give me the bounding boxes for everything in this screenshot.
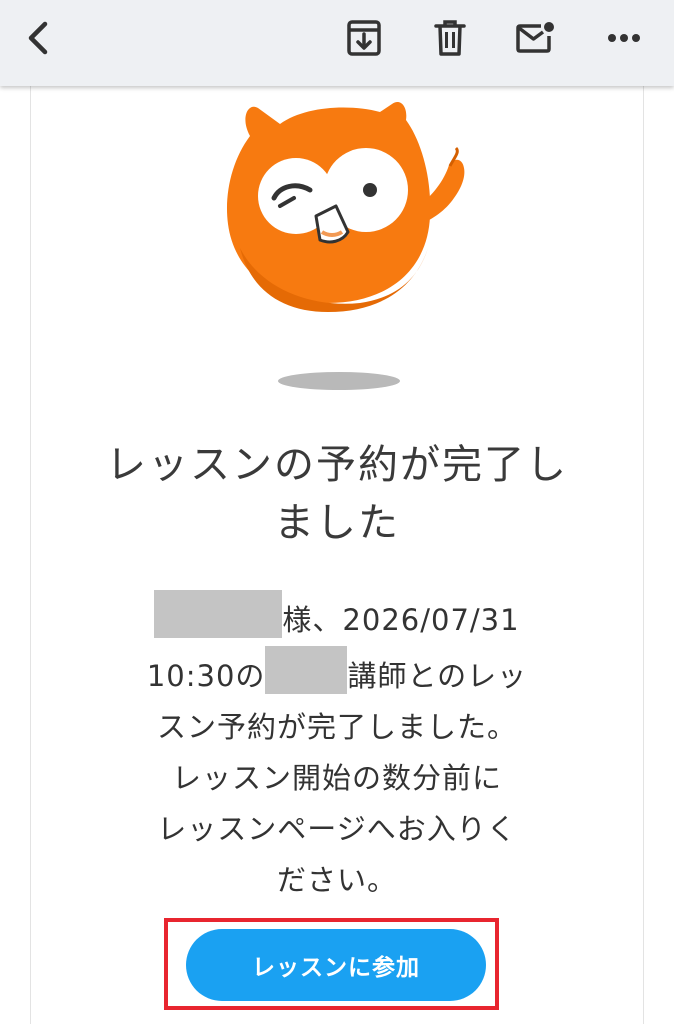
email-headline: レッスンの予約が完了しました <box>106 442 568 546</box>
lesson-time: 10:30 <box>146 659 236 693</box>
owl-mascot-icon <box>226 101 465 312</box>
mark-unread-button[interactable] <box>512 14 560 62</box>
back-button[interactable] <box>14 14 62 62</box>
lesson-date: 2026/07/31 <box>342 603 520 637</box>
redacted-student-name <box>154 590 283 638</box>
email-body: 様、2026/07/31 10:30の 講師とのレッ スン予約が完了しました。 レ… <box>120 590 554 906</box>
teacher-suffix-text: 講師とのレッ <box>347 659 528 693</box>
email-toolbar <box>0 0 674 86</box>
particle-text: の <box>235 659 266 693</box>
body-line-3: スン予約が完了しました。 <box>156 710 517 744</box>
body-line-4: レッスン開始の数分前に <box>171 761 502 795</box>
join-lesson-button[interactable]: レッスンに参加 <box>186 929 486 1001</box>
body-line-5: レッスンページへお入りく <box>157 812 517 846</box>
more-options-button[interactable] <box>600 14 648 62</box>
archive-icon <box>347 20 381 56</box>
archive-button[interactable] <box>340 14 388 62</box>
trash-icon <box>434 20 466 56</box>
back-chevron-icon <box>28 21 48 55</box>
mark-unread-icon <box>516 22 554 53</box>
more-icon <box>608 34 640 42</box>
redacted-teacher-name <box>265 646 348 694</box>
delete-button[interactable] <box>426 14 474 62</box>
body-line-6: ださい。 <box>276 863 397 897</box>
honorific-text: 様、 <box>282 603 343 637</box>
mascot-shadow <box>278 372 400 390</box>
